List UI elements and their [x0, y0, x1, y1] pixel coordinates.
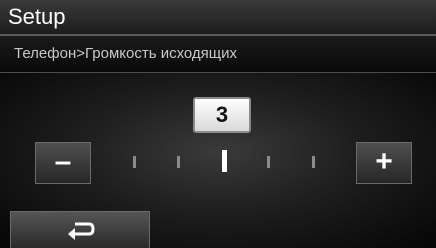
- volume-up-button[interactable]: +: [356, 142, 412, 184]
- volume-tick-3[interactable]: [222, 150, 227, 172]
- volume-value: 3: [193, 97, 251, 133]
- page-title: Setup: [8, 4, 66, 29]
- breadcrumb-bar: Телефон>Громкость исходящих: [0, 36, 436, 73]
- volume-tick-5[interactable]: [312, 156, 315, 168]
- volume-tick-2[interactable]: [177, 156, 180, 168]
- screen: Setup Телефон>Громкость исходящих 3 – +: [0, 0, 436, 248]
- return-arrow-icon: [68, 222, 95, 240]
- back-button[interactable]: [10, 211, 150, 248]
- volume-tick-1[interactable]: [133, 156, 136, 168]
- breadcrumb: Телефон>Громкость исходящих: [14, 45, 238, 62]
- title-bar: Setup: [0, 0, 436, 36]
- volume-down-button[interactable]: –: [35, 142, 91, 184]
- volume-tick-4[interactable]: [267, 156, 270, 168]
